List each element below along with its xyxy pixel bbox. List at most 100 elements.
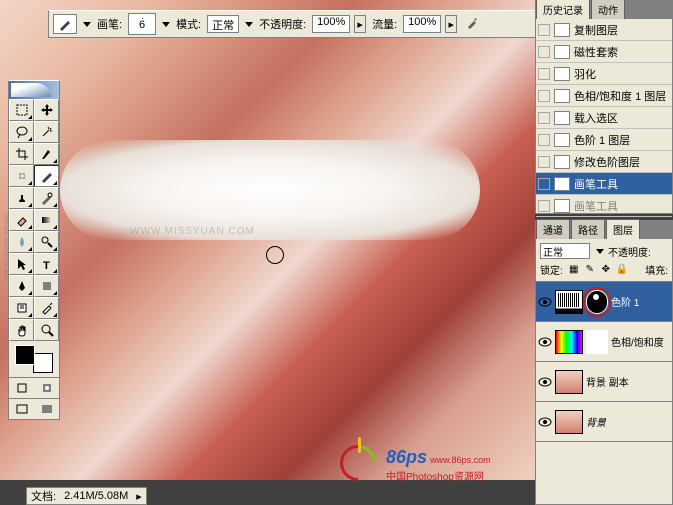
tab-channels[interactable]: 通道 — [536, 219, 570, 239]
gradient-tool[interactable] — [34, 209, 59, 231]
marquee-tool[interactable] — [9, 99, 34, 121]
visibility-icon[interactable] — [538, 375, 552, 389]
visibility-icon[interactable] — [538, 295, 552, 309]
lock-all-icon[interactable]: 🔒 — [615, 263, 629, 277]
slice-tool[interactable] — [34, 143, 59, 165]
history-item[interactable]: 羽化 — [536, 63, 672, 85]
crop-tool[interactable] — [9, 143, 34, 165]
eraser-tool[interactable] — [9, 209, 34, 231]
opacity-input[interactable]: 100% — [312, 15, 350, 33]
history-action-icon — [554, 155, 570, 169]
history-item[interactable]: 画笔工具 — [536, 195, 672, 217]
layer-thumb-icon — [555, 330, 583, 354]
status-bar: 文档: 2.41M/5.08M ▸ — [26, 487, 147, 505]
foreground-color[interactable] — [15, 345, 35, 365]
brush-tool[interactable] — [34, 165, 59, 187]
brush-preset-picker[interactable]: 6 — [128, 13, 156, 35]
history-item[interactable]: 复制图层 — [536, 19, 672, 41]
layer-item[interactable]: 背景 副本 — [536, 362, 672, 402]
history-list: 复制图层磁性套索羽化色相/饱和度 1 图层载入选区色阶 1 图层修改色阶图层画笔… — [536, 19, 672, 217]
blur-tool[interactable] — [9, 231, 34, 253]
history-item-label: 磁性套索 — [574, 44, 618, 60]
dropdown-icon[interactable]: ▸ — [136, 490, 142, 503]
fill-label: 填充: — [645, 262, 668, 277]
eyedropper-tool[interactable] — [34, 297, 59, 319]
history-item-label: 色相/饱和度 1 图层 — [574, 88, 666, 104]
watermark: WWW.MISSYUAN.COM — [130, 226, 255, 237]
svg-text:T: T — [43, 260, 50, 271]
notes-tool[interactable] — [9, 297, 34, 319]
visibility-icon[interactable] — [538, 415, 552, 429]
airbrush-icon[interactable] — [465, 16, 479, 33]
path-selection-tool[interactable] — [9, 253, 34, 275]
lock-position-icon[interactable]: ✥ — [599, 263, 613, 277]
logo-sub: 中国Photoshop资源网 — [386, 468, 491, 483]
lock-transparency-icon[interactable]: ▦ — [567, 263, 581, 277]
tool-preset-picker[interactable] — [53, 14, 77, 34]
lasso-tool[interactable] — [9, 121, 34, 143]
tab-history[interactable]: 历史记录 — [536, 0, 590, 19]
tab-layers[interactable]: 图层 — [606, 219, 640, 239]
pen-tool[interactable] — [9, 275, 34, 297]
quick-mask-mode[interactable] — [34, 378, 59, 398]
background-color[interactable] — [33, 353, 53, 373]
logo-url: www.86ps.com — [430, 455, 491, 465]
tab-paths[interactable]: 路径 — [571, 219, 605, 239]
toolbox-header[interactable] — [9, 81, 59, 99]
blend-mode-select[interactable]: 正常 — [540, 243, 590, 259]
screen-mode-full-menu[interactable] — [34, 399, 59, 419]
zoom-tool[interactable] — [34, 319, 59, 341]
doc-size: 2.41M/5.08M — [64, 490, 128, 502]
layer-name-label: 色相/饱和度 — [611, 334, 664, 349]
mode-label: 模式: — [174, 16, 203, 32]
history-action-icon — [554, 177, 570, 191]
tab-actions[interactable]: 动作 — [591, 0, 625, 19]
layer-list: 色阶 1 色相/饱和度背景 副本背景 — [536, 282, 672, 442]
history-panel: 历史记录 动作 复制图层磁性套索羽化色相/饱和度 1 图层载入选区色阶 1 图层… — [535, 0, 673, 214]
opacity-arrow[interactable]: ▸ — [354, 15, 366, 33]
history-brush-tool[interactable] — [34, 187, 59, 209]
dodge-tool[interactable] — [34, 231, 59, 253]
history-item[interactable]: 载入选区 — [536, 107, 672, 129]
history-item[interactable]: 画笔工具 — [536, 173, 672, 195]
layer-item[interactable]: 背景 — [536, 402, 672, 442]
history-step-icon — [538, 24, 550, 36]
history-action-icon — [554, 199, 570, 213]
dropdown-icon[interactable] — [245, 22, 253, 27]
layer-item[interactable]: 色相/饱和度 — [536, 322, 672, 362]
type-tool[interactable]: T — [34, 253, 59, 275]
clone-stamp-tool[interactable] — [9, 187, 34, 209]
healing-brush-tool[interactable] — [9, 165, 34, 187]
history-action-icon — [554, 23, 570, 37]
doc-label: 文档: — [31, 488, 56, 504]
hand-tool[interactable] — [9, 319, 34, 341]
dropdown-icon[interactable] — [162, 22, 170, 27]
standard-mode[interactable] — [9, 378, 34, 398]
history-item-label: 修改色阶图层 — [574, 154, 640, 170]
history-item[interactable]: 修改色阶图层 — [536, 151, 672, 173]
visibility-icon[interactable] — [538, 335, 552, 349]
layer-mask-thumb[interactable] — [586, 330, 608, 354]
history-item-label: 画笔工具 — [574, 176, 618, 192]
blend-mode-select[interactable]: 正常 — [207, 15, 239, 33]
history-step-icon — [538, 200, 550, 212]
move-tool[interactable] — [34, 99, 59, 121]
lock-pixels-icon[interactable]: ✎ — [583, 263, 597, 277]
color-swatches[interactable] — [9, 341, 59, 377]
layer-item[interactable]: 色阶 1 — [536, 282, 672, 322]
dropdown-icon[interactable] — [83, 22, 91, 27]
canvas-image[interactable]: WWW.MISSYUAN.COM 思缘设计论坛 — [0, 0, 535, 480]
magic-wand-tool[interactable] — [34, 121, 59, 143]
history-step-icon — [538, 156, 550, 168]
flow-input[interactable]: 100% — [403, 15, 441, 33]
flow-arrow[interactable]: ▸ — [445, 15, 457, 33]
history-item[interactable]: 色阶 1 图层 — [536, 129, 672, 151]
dropdown-icon[interactable] — [596, 249, 604, 254]
layer-name-label: 色阶 1 — [611, 294, 639, 309]
layer-name-label: 背景 — [586, 414, 606, 429]
history-item[interactable]: 色相/饱和度 1 图层 — [536, 85, 672, 107]
shape-tool[interactable] — [34, 275, 59, 297]
screen-mode-standard[interactable] — [9, 399, 34, 419]
history-item[interactable]: 磁性套索 — [536, 41, 672, 63]
layer-mask-thumb[interactable] — [586, 290, 608, 314]
